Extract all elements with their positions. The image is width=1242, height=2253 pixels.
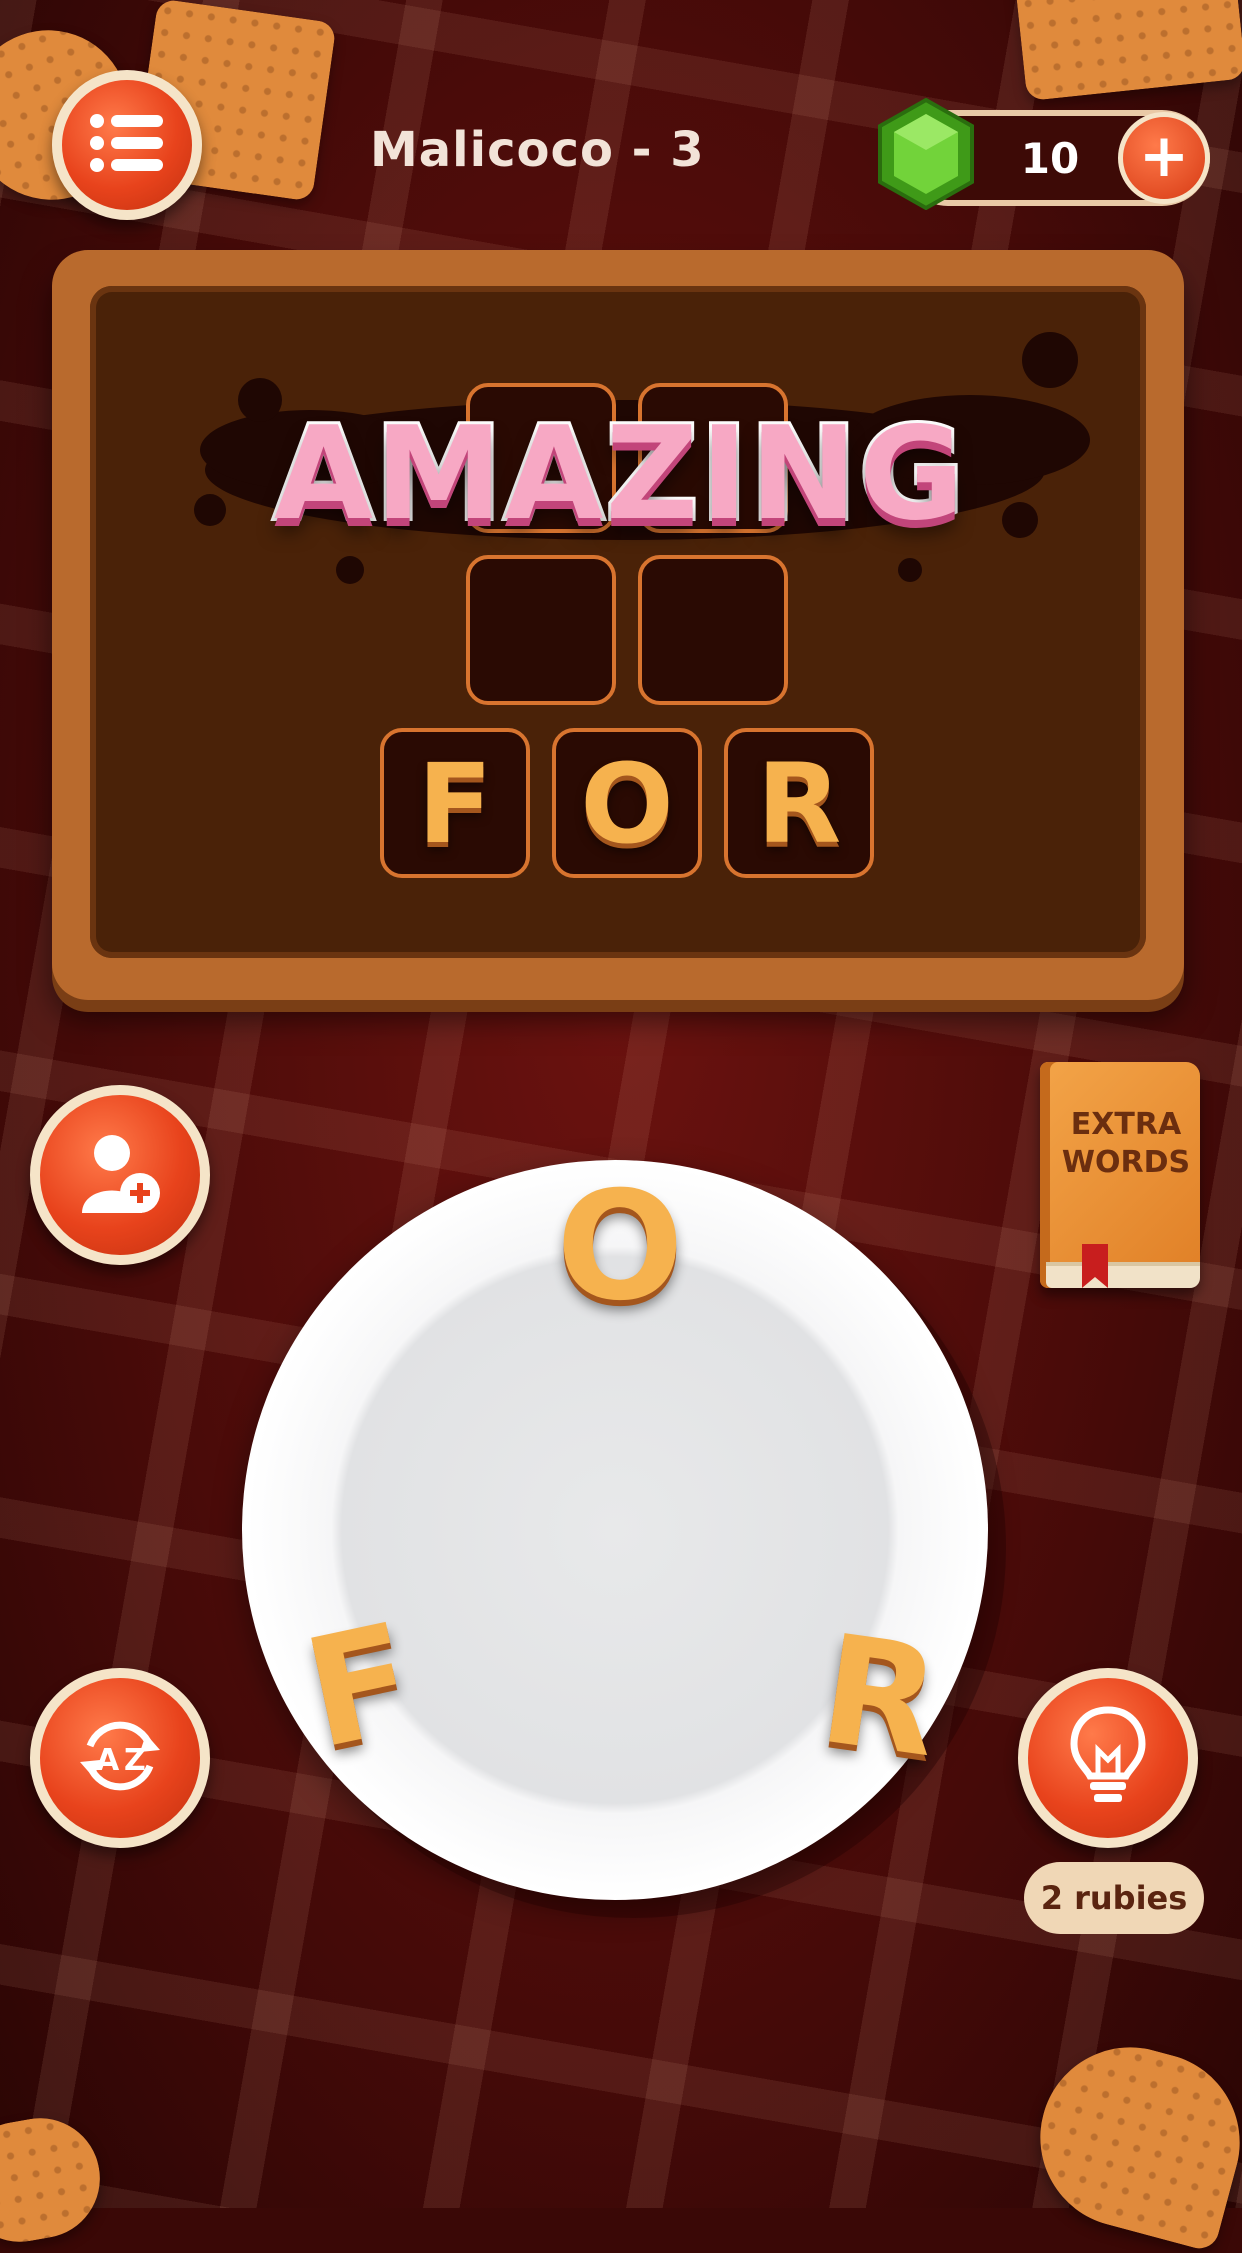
menu-list-icon bbox=[89, 111, 165, 179]
grid-cell-for-3: R bbox=[724, 728, 874, 878]
plate-letter-o[interactable]: O bbox=[550, 1160, 690, 1334]
extra-words-button[interactable]: EXTRA WORDS bbox=[1040, 1062, 1200, 1288]
green-gem-icon bbox=[876, 97, 976, 211]
hint-button[interactable] bbox=[1018, 1668, 1198, 1848]
lightbulb-icon bbox=[1068, 1704, 1148, 1812]
ruby-count: 10 bbox=[1020, 134, 1080, 183]
add-friend-icon bbox=[72, 1125, 168, 1225]
level-title: Malicoco - 3 bbox=[370, 122, 705, 178]
svg-text:Z: Z bbox=[124, 1743, 146, 1778]
plate-letter-r[interactable]: R bbox=[799, 1601, 962, 1793]
praise-banner: AMAZING bbox=[271, 397, 967, 552]
hint-cost-badge: 2 rubies bbox=[1024, 1862, 1204, 1934]
extra-words-label: EXTRA WORDS bbox=[1061, 1107, 1191, 1180]
plus-icon: + bbox=[1138, 121, 1190, 191]
shuffle-az-icon: A Z bbox=[70, 1706, 170, 1810]
grid-cell-2-1 bbox=[466, 555, 616, 705]
svg-text:A: A bbox=[96, 1743, 120, 1778]
add-rubies-button[interactable]: + bbox=[1118, 112, 1210, 204]
book-pages bbox=[1046, 1262, 1200, 1288]
shuffle-button[interactable]: A Z bbox=[30, 1668, 210, 1848]
grid-cell-for-1: F bbox=[380, 728, 530, 878]
grid-cell-2-2 bbox=[638, 555, 788, 705]
grid-cell-for-2: O bbox=[552, 728, 702, 878]
menu-button[interactable] bbox=[52, 70, 202, 220]
invite-friend-button[interactable] bbox=[30, 1085, 210, 1265]
